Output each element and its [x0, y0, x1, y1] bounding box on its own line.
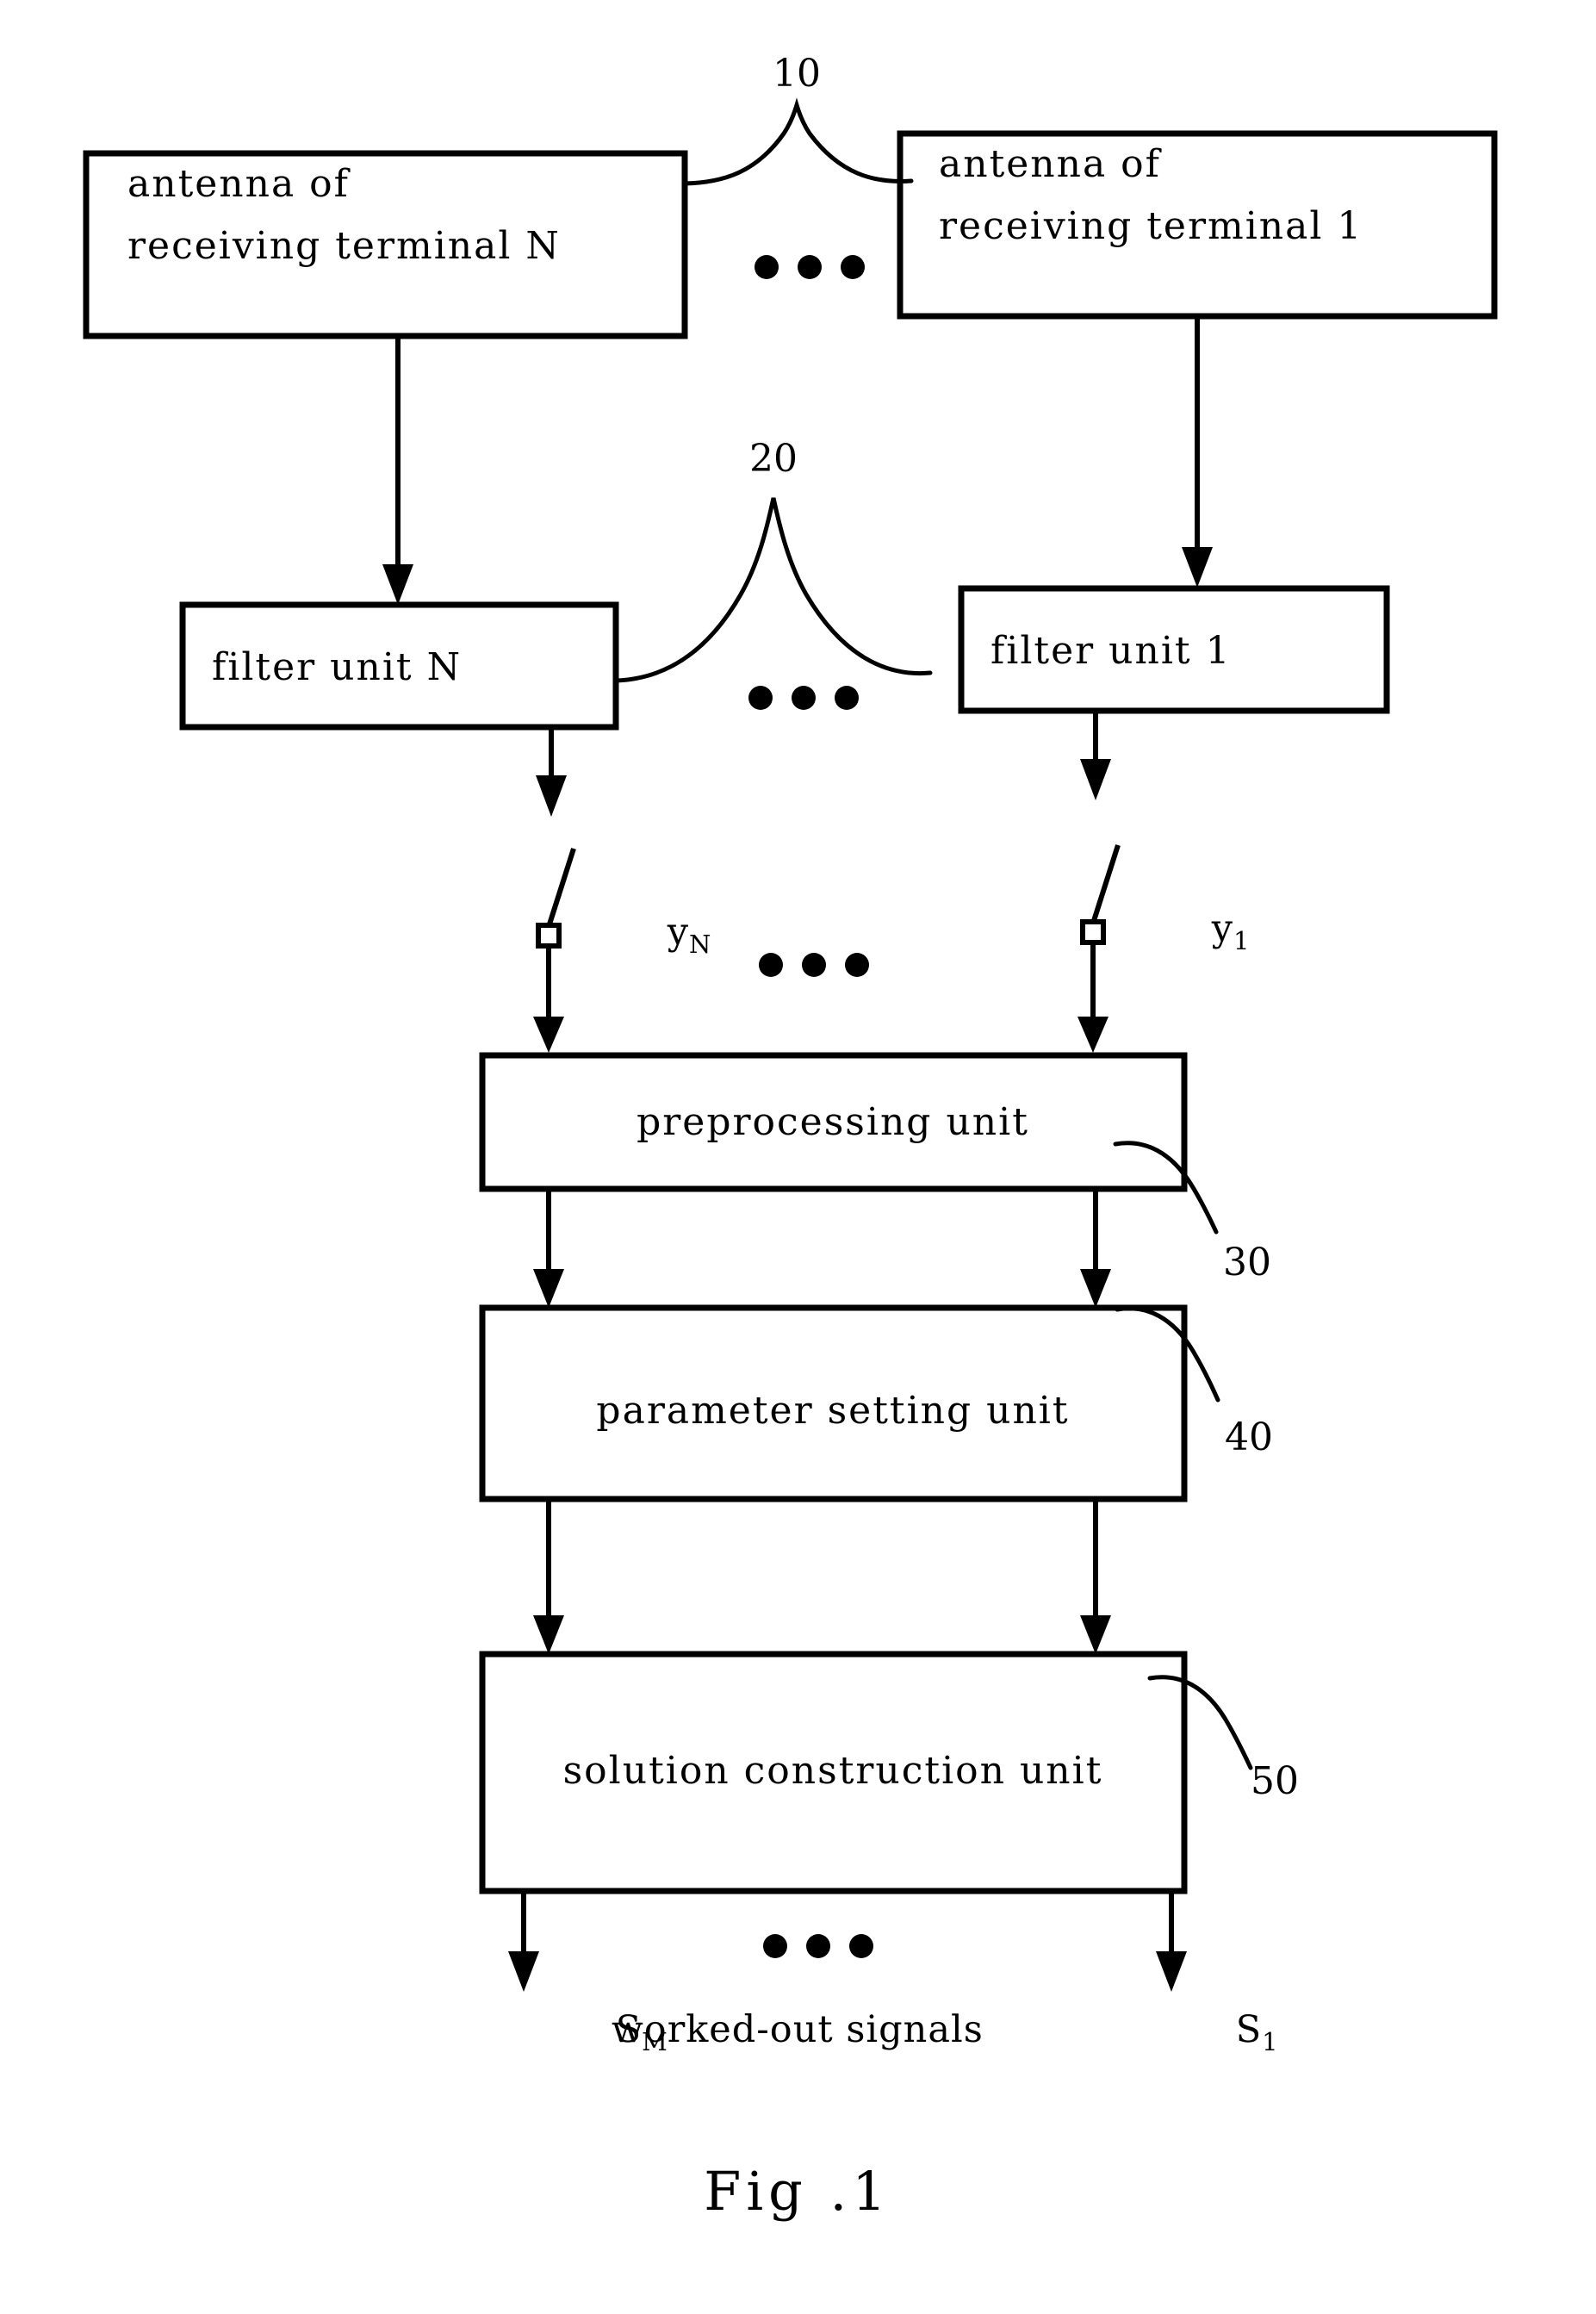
signal-y1-subscript: 1	[1233, 926, 1250, 955]
preprocessing-unit-label: preprocessing unit	[637, 1100, 1029, 1144]
reference-numeral-10-text: 10	[773, 52, 821, 96]
signal-label-s1: S1	[1147, 2008, 1342, 2060]
reference-brace-10	[682, 97, 914, 186]
solution-construction-unit-label: solution construction unit	[563, 1749, 1103, 1793]
filter-row-ellipsis	[748, 686, 859, 710]
signal-label-y1: y1	[1123, 907, 1313, 959]
parameter-setting-unit-label: parameter setting unit	[596, 1389, 1069, 1433]
arrow-filter-1-to-switch-1	[1080, 711, 1111, 800]
arrow-output-s1	[1156, 1891, 1187, 1992]
antenna-1-line1: antenna of	[939, 142, 1162, 186]
antenna-n-line2: receiving terminal N	[127, 224, 561, 268]
antenna-n-line1: antenna of	[127, 162, 351, 206]
antenna-1-line2: receiving terminal 1	[939, 204, 1363, 248]
arrow-parameter-to-solution-left	[533, 1499, 564, 1654]
patent-figure: 10 antenna of receiving terminal N anten…	[0, 0, 1596, 2314]
signal-label-yn: yN	[579, 911, 775, 962]
switch-row-ellipsis	[759, 953, 869, 977]
signal-y1-base: y	[1211, 907, 1233, 950]
switch-symbol-y1[interactable]	[1077, 844, 1121, 1053]
arrow-antenna-n-to-filter-n	[382, 336, 413, 605]
antenna-row-ellipsis	[755, 255, 865, 279]
output-signals-caption: worked-out signals	[612, 2008, 984, 2051]
reference-leader-40	[1115, 1306, 1220, 1403]
reference-leader-50	[1147, 1675, 1253, 1770]
reference-numeral-30-text: 30	[1223, 1241, 1271, 1285]
figure-caption: Fig .1	[704, 2160, 891, 2223]
arrow-output-sm	[508, 1891, 539, 1992]
arrow-antenna-1-to-filter-1	[1182, 316, 1213, 588]
filter-1-label: filter unit 1	[991, 629, 1232, 673]
switch-symbol-yn[interactable]	[533, 848, 576, 1053]
reference-numeral-20-text: 20	[749, 437, 798, 481]
signal-s1-base: S	[1236, 2008, 1262, 2051]
arrow-filter-n-to-switch-n	[536, 727, 567, 817]
arrow-preprocessing-to-parameter-left	[533, 1189, 564, 1308]
arrow-preprocessing-to-parameter-right	[1080, 1189, 1111, 1308]
signal-yn-base: y	[667, 911, 689, 954]
signal-yn-subscript: N	[689, 930, 711, 959]
reference-numeral-40-text: 40	[1225, 1415, 1273, 1459]
filter-n-label: filter unit N	[212, 645, 462, 689]
reference-brace-20	[613, 497, 933, 683]
reference-numeral-50-text: 50	[1251, 1759, 1299, 1803]
signal-s1-subscript: 1	[1262, 2027, 1278, 2056]
arrow-parameter-to-solution-right	[1080, 1499, 1111, 1654]
output-row-ellipsis	[763, 1934, 873, 1958]
